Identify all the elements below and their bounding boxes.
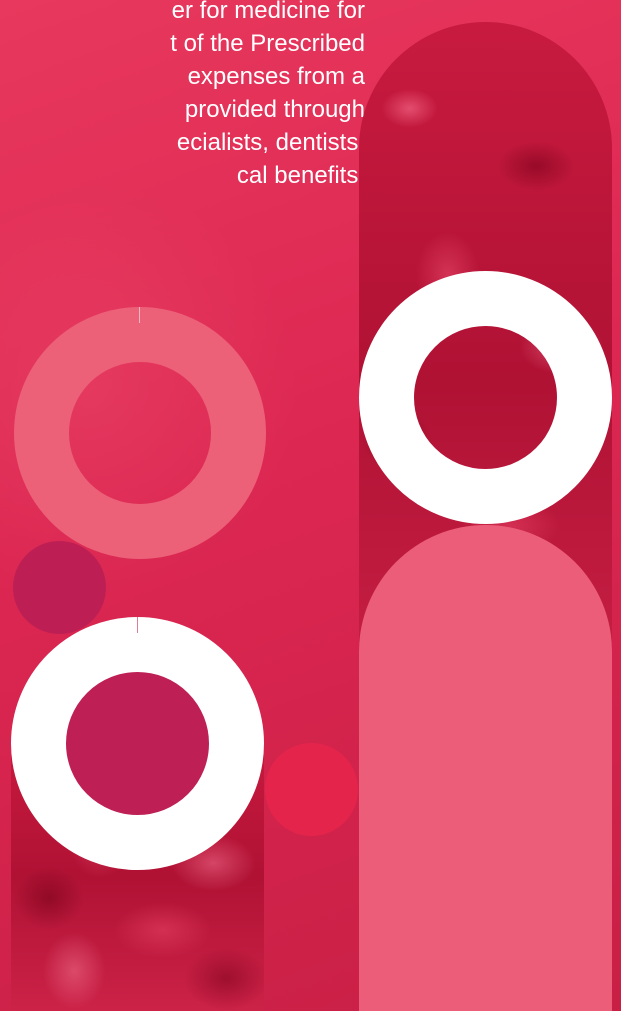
body-text-line: ecialists, dentists, (176, 129, 365, 156)
white-ring-left (11, 617, 264, 870)
ring-seam-line (137, 617, 138, 633)
body-text: er for medicine for t of the Prescribed … (0, 0, 365, 192)
pink-pill-shape (359, 525, 612, 1011)
body-text-line: cal benefits. (236, 162, 365, 189)
decorative-canvas: er for medicine for t of the Prescribed … (0, 0, 621, 1011)
body-text-line: expenses from a (187, 63, 365, 90)
ring-seam-line (139, 307, 140, 323)
red-circle (265, 743, 358, 836)
body-text-line: er for medicine for (171, 0, 365, 24)
ring-seam-line (485, 470, 486, 524)
body-text-line: t of the Prescribed (170, 30, 365, 57)
magenta-circle (13, 541, 106, 634)
body-text-line: provided through (184, 96, 365, 123)
pink-ring-left (14, 307, 266, 559)
